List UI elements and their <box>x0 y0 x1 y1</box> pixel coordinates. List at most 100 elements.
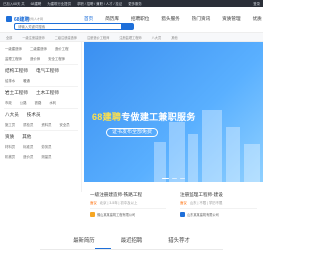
banner-pill[interactable]: 证书发布全部免费 <box>106 128 159 137</box>
sidebar-link[interactable]: 土木工程师 <box>36 90 59 96</box>
nav-resumes[interactable]: 简历库 <box>105 16 119 22</box>
topbar-item[interactable]: 求职 / 招聘 / 兼职 / 人才 / 挂证 <box>77 1 122 6</box>
nav-news[interactable]: 热门资讯 <box>192 16 210 22</box>
sidebar-row: 结构工程师 电气工程师 <box>5 68 59 74</box>
promo-banner[interactable]: 68建聘专做建工兼职服务 证书发布全部免费 <box>84 42 263 182</box>
sidebar-row: 一级建造师 二级建造师 造价工程 <box>5 46 68 51</box>
tab-recent-jobs[interactable]: 最近招聘 <box>121 232 143 248</box>
category-tab[interactable]: 注册造价工程师 <box>87 35 109 40</box>
sidebar-row: 给排水 暖通 <box>5 78 30 83</box>
sidebar-link[interactable]: 铁路 <box>35 100 42 105</box>
sidebar-divider <box>4 64 78 65</box>
main-nav: 首页 简历库 招聘职位 猎头服务 热门资讯 资质管理 优质 <box>84 16 262 22</box>
sidebar-link[interactable]: 公路 <box>20 100 27 105</box>
sidebar-divider <box>4 86 78 87</box>
tab-headhunter-talent[interactable]: 猎头荐才 <box>168 232 190 248</box>
company-name: 佛山某某建筑工程有限公司 <box>97 213 136 217</box>
nav-premium[interactable]: 优质 <box>253 16 262 22</box>
active-tab-indicator <box>95 248 111 249</box>
sidebar-link[interactable]: 材料员 <box>5 144 15 149</box>
category-tab[interactable]: 注册监理工程师 <box>119 35 141 40</box>
sidebar-link[interactable]: 暖通 <box>23 78 30 83</box>
company-name: 山东某某建筑有限公司 <box>187 213 219 217</box>
topbar-item[interactable]: 68建聘 <box>31 1 42 6</box>
sidebar-link[interactable]: 给排水 <box>5 78 15 83</box>
sidebar-link[interactable]: 质检员 <box>23 122 33 127</box>
sidebar-link[interactable]: 技术员 <box>27 112 41 118</box>
sidebar-link[interactable]: 岩土工程师 <box>5 90 28 96</box>
sidebar-link[interactable]: 机械员 <box>5 154 15 159</box>
job-title[interactable]: 一级注册建造师-铁路工程 <box>90 192 142 198</box>
sidebar-link[interactable]: 市政 <box>5 100 12 105</box>
job-title[interactable]: 注册监理工程师-建设 <box>180 192 223 198</box>
sidebar-link[interactable]: 其他 <box>22 134 31 140</box>
job-meta: 面议 北京 | 3-5年 | 初中及以上 <box>90 200 137 205</box>
building-shape <box>202 110 222 182</box>
sidebar-row: 八大员 技术员 <box>5 112 41 118</box>
sidebar-link[interactable]: 劳务员 <box>41 144 51 149</box>
card-divider <box>180 208 257 209</box>
sidebar-row: 监理工程师 造价师 安全工程师 <box>5 56 65 61</box>
sidebar-divider <box>4 130 78 131</box>
sidebar-row: 机械员 造价员 测量员 <box>5 154 52 159</box>
sidebar-link[interactable]: 二级建造师 <box>30 46 47 51</box>
category-tab[interactable]: 其他 <box>171 35 177 40</box>
sidebar-divider <box>4 108 78 109</box>
carousel-dot[interactable] <box>162 177 169 179</box>
topbar-item: 为建筑行业提供 <box>47 2 71 6</box>
sidebar-row: 施工员 质检员 资料员 安全员 <box>5 122 70 127</box>
sidebar-link[interactable]: 一级建造师 <box>5 46 22 51</box>
building-shape <box>188 134 198 182</box>
sidebar-link[interactable]: 监理工程师 <box>5 56 22 61</box>
sidebar-link[interactable]: 造价师 <box>30 56 40 61</box>
sidebar-link[interactable]: 造价员 <box>23 154 33 159</box>
category-tab[interactable]: 全部 <box>6 35 12 40</box>
category-tab[interactable]: 一级注册建造师 <box>22 35 44 40</box>
sidebar-row: 岩土工程师 土木工程师 <box>5 90 59 96</box>
topbar-item: 已加入68天 共 <box>3 2 25 6</box>
sidebar-link[interactable]: 资质 <box>5 134 14 140</box>
banner-title-main: 专做建工兼职服务 <box>121 112 196 122</box>
tab-latest-resumes[interactable]: 最新简历 <box>73 232 95 248</box>
carousel-dots <box>84 177 263 179</box>
sidebar-row: 市政 公路 铁路 水利 <box>5 100 56 105</box>
card-divider <box>90 208 166 209</box>
category-tab[interactable]: 二级注册建造师 <box>55 35 77 40</box>
job-card[interactable]: 一级注册建造师-铁路工程 面议 北京 | 3-5年 | 初中及以上 佛山某某建筑工… <box>84 188 172 226</box>
sidebar-link[interactable]: 结构工程师 <box>5 68 28 74</box>
sidebar-link[interactable]: 施工员 <box>5 122 15 127</box>
sidebar-row: 资质 其他 <box>5 134 31 140</box>
search-button[interactable] <box>121 24 133 29</box>
carousel-dot[interactable] <box>180 177 185 179</box>
job-salary: 面议 <box>180 201 187 205</box>
sidebar-link[interactable]: 安全工程师 <box>48 56 65 61</box>
sidebar-link[interactable]: 电气工程师 <box>36 68 59 74</box>
job-company[interactable]: 山东某某建筑有限公司 <box>180 212 219 217</box>
nav-home[interactable]: 首页 <box>84 16 93 22</box>
top-bar: 已加入68天 共 68建聘 为建筑行业提供 求职 / 招聘 / 兼职 / 人才 … <box>0 0 263 7</box>
building-shape <box>244 144 260 182</box>
job-meta-text: 北京 | 3-5年 | 初中及以上 <box>99 201 138 205</box>
building-shape <box>169 122 185 182</box>
sidebar-link[interactable]: 八大员 <box>5 112 19 118</box>
nav-jobs[interactable]: 招聘职位 <box>131 16 149 22</box>
job-company[interactable]: 佛山某某建筑工程有限公司 <box>90 212 135 217</box>
nav-headhunter[interactable]: 猎头服务 <box>161 16 179 22</box>
topbar-item[interactable]: 更多服务 <box>128 1 142 6</box>
job-card[interactable]: 注册监理工程师-建设 面议 山东 | 不限 | 学历不限 山东某某建筑有限公司 <box>174 188 263 226</box>
site-logo-icon[interactable] <box>6 16 12 22</box>
login-link[interactable]: 登录 <box>253 1 260 6</box>
sidebar-link[interactable]: 资料员 <box>41 122 51 127</box>
sidebar-link[interactable]: 安全员 <box>60 122 70 127</box>
job-meta: 面议 山东 | 不限 | 学历不限 <box>180 200 222 205</box>
carousel-dot[interactable] <box>172 177 177 179</box>
sidebar-link[interactable]: 水利 <box>49 100 56 105</box>
category-tab[interactable]: 八大员 <box>152 35 162 40</box>
sidebar-link[interactable]: 造价工程 <box>55 46 69 51</box>
sidebar-link[interactable]: 标准员 <box>23 144 33 149</box>
search-input[interactable] <box>18 24 118 30</box>
sidebar-link[interactable]: 测量员 <box>41 154 51 159</box>
building-shape <box>226 127 240 182</box>
category-sidebar: 一级建造师 二级建造师 造价工程 监理工程师 造价师 安全工程师 结构工程师 电… <box>0 42 82 192</box>
nav-qualification[interactable]: 资质管理 <box>222 16 240 22</box>
